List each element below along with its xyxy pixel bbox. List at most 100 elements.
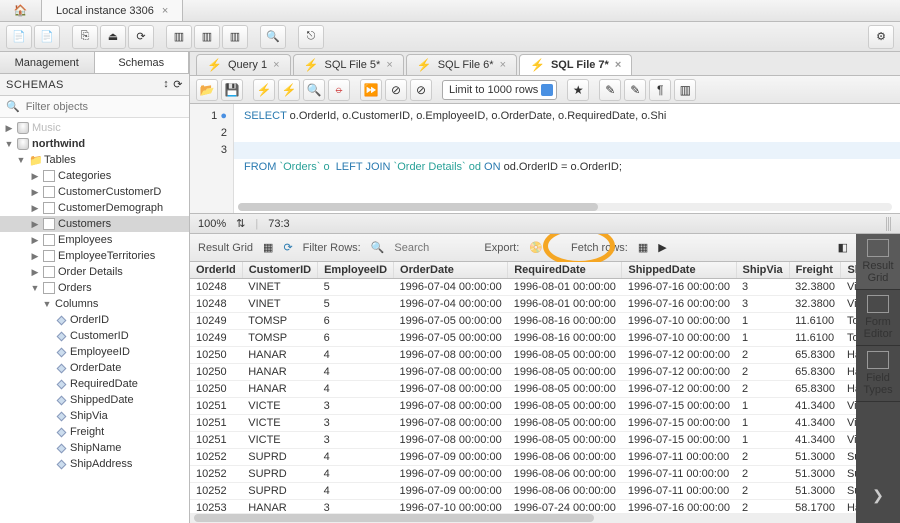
table-row[interactable]: 10250HANAR41996-07-08 00:00:001996-08-05… (190, 364, 856, 381)
column-header[interactable]: EmployeeID (318, 262, 394, 279)
tree-table[interactable]: ▼Orders (0, 280, 189, 296)
table-row[interactable]: 10251VICTE31996-07-08 00:00:001996-08-05… (190, 398, 856, 415)
wrap-cell-button[interactable]: ◧ (838, 241, 848, 254)
table-row[interactable]: 10252SUPRD41996-07-09 00:00:001996-08-06… (190, 483, 856, 500)
zoom-level[interactable]: 100% (198, 218, 226, 230)
editor-code[interactable]: SELECT o.OrderId, o.CustomerID, o.Employ… (234, 104, 666, 213)
tool-button-c[interactable]: ¶ (649, 79, 671, 101)
toolbar-button-4[interactable]: ⏏ (100, 25, 126, 49)
query-tab[interactable]: ⚡SQL File 5*× (293, 54, 404, 75)
refresh-icon[interactable]: ⟳ (283, 241, 292, 254)
tab-schemas[interactable]: Schemas (95, 52, 190, 73)
tree-column[interactable]: RequiredDate (0, 376, 189, 392)
result-hscrollbar[interactable] (190, 513, 856, 523)
tree-table[interactable]: ▶Categories (0, 168, 189, 184)
table-row[interactable]: 10252SUPRD41996-07-09 00:00:001996-08-06… (190, 466, 856, 483)
explain-button[interactable]: 🔍 (303, 79, 325, 101)
column-header[interactable]: OrderDate (394, 262, 508, 279)
table-row[interactable]: 10251VICTE31996-07-08 00:00:001996-08-05… (190, 432, 856, 449)
query-tab[interactable]: ⚡Query 1× (196, 54, 291, 75)
tree-table[interactable]: ▶Order Details (0, 264, 189, 280)
tool-button-d[interactable]: ▥ (674, 79, 696, 101)
query-tab[interactable]: ⚡SQL File 6*× (406, 54, 517, 75)
tree-table[interactable]: ▶Employees (0, 232, 189, 248)
table-row[interactable]: 10249TOMSP61996-07-05 00:00:001996-08-16… (190, 313, 856, 330)
tree-column[interactable]: OrderID (0, 312, 189, 328)
close-icon[interactable]: × (162, 5, 168, 17)
result-grid[interactable]: OrderIdCustomerIDEmployeeIDOrderDateRequ… (190, 262, 856, 513)
limit-rows-select[interactable]: Limit to 1000 rows (442, 80, 557, 100)
connection-tab[interactable]: Local instance 3306 × (42, 0, 183, 21)
close-icon[interactable]: × (615, 59, 621, 71)
tree-column[interactable]: CustomerID (0, 328, 189, 344)
table-row[interactable]: 10252SUPRD41996-07-09 00:00:001996-08-06… (190, 449, 856, 466)
splitter-grip-icon[interactable] (886, 217, 892, 231)
sql-editor[interactable]: 1 ● 2 3 SELECT o.OrderId, o.CustomerID, … (190, 104, 900, 214)
column-header[interactable]: RequiredDate (508, 262, 622, 279)
fetch-rows-button[interactable]: ▦ (638, 241, 648, 254)
table-row[interactable]: 10250HANAR41996-07-08 00:00:001996-08-05… (190, 347, 856, 364)
save-file-button[interactable]: 💾 (221, 79, 243, 101)
home-tab[interactable]: 🏠 (0, 0, 42, 21)
tree-column[interactable]: OrderDate (0, 360, 189, 376)
filter-objects-input[interactable] (26, 101, 183, 113)
tree-column[interactable]: ShipAddress (0, 456, 189, 472)
tree-column[interactable]: EmployeeID (0, 344, 189, 360)
tree-table[interactable]: ▶CustomerCustomerD (0, 184, 189, 200)
toolbar-button-9[interactable]: 🔍 (260, 25, 286, 49)
tab-management[interactable]: Management (0, 52, 95, 73)
tool-button-b[interactable]: ✎ (624, 79, 646, 101)
toolbar-button-7[interactable]: ▥ (194, 25, 220, 49)
tree-table[interactable]: ▶EmployeeTerritories (0, 248, 189, 264)
execute-current-button[interactable]: ⚡ (278, 79, 300, 101)
column-header[interactable]: ShipVia (736, 262, 789, 279)
grid-view-icon[interactable]: ▦ (263, 241, 273, 254)
column-header[interactable]: Freight (789, 262, 841, 279)
column-header[interactable]: CustomerID (242, 262, 317, 279)
tree-table[interactable]: ▶Customers (0, 216, 189, 232)
column-header[interactable]: OrderId (190, 262, 242, 279)
rollback-button[interactable]: ⊘ (385, 79, 407, 101)
open-sql-button[interactable]: 📄 (34, 25, 60, 49)
toolbar-button-3[interactable]: ⎘ (72, 25, 98, 49)
close-icon[interactable]: × (273, 59, 279, 71)
tree-column[interactable]: ShipVia (0, 408, 189, 424)
stop-button[interactable]: ⦵ (328, 79, 350, 101)
new-sql-tab-button[interactable]: 📄 (6, 25, 32, 49)
side-form-editor[interactable]: Form Editor (856, 290, 900, 346)
table-row[interactable]: 10253HANAR31996-07-10 00:00:001996-07-24… (190, 500, 856, 514)
filter-rows-input[interactable] (394, 242, 474, 254)
tree-tables-folder[interactable]: ▼📁Tables (0, 152, 189, 168)
tree-db[interactable]: ▼northwind (0, 136, 189, 152)
tree-column[interactable]: Freight (0, 424, 189, 440)
query-tab[interactable]: ⚡SQL File 7*× (519, 54, 632, 75)
toolbar-button-6[interactable]: ▥ (166, 25, 192, 49)
side-collapse[interactable]: ❯ (856, 467, 900, 523)
tree-columns-folder[interactable]: ▼Columns (0, 296, 189, 312)
autocommit-button[interactable]: ⊘ (410, 79, 432, 101)
open-file-button[interactable]: 📂 (196, 79, 218, 101)
side-field-types[interactable]: Field Types (856, 346, 900, 402)
commit-button[interactable]: ⏩ (360, 79, 382, 101)
schemas-refresh-icon[interactable]: ⟳ (173, 78, 183, 91)
table-row[interactable]: 10250HANAR41996-07-08 00:00:001996-08-05… (190, 381, 856, 398)
export-button[interactable]: 📀 (529, 241, 543, 254)
fetch-next-button[interactable]: ▶ (658, 241, 666, 254)
beautify-button[interactable]: ★ (567, 79, 589, 101)
tree-column[interactable]: ShipName (0, 440, 189, 456)
table-row[interactable]: 10249TOMSP61996-07-05 00:00:001996-08-16… (190, 330, 856, 347)
table-row[interactable]: 10248VINET51996-07-04 00:00:001996-08-01… (190, 279, 856, 296)
schema-tree[interactable]: ▶Music ▼northwind ▼📁Tables ▶Categories▶C… (0, 118, 189, 523)
close-icon[interactable]: × (386, 59, 392, 71)
side-result-grid[interactable]: Result Grid (856, 234, 900, 290)
schemas-expand-icon[interactable]: ↕ (163, 78, 169, 91)
column-header[interactable]: ShippedDate (622, 262, 736, 279)
execute-button[interactable]: ⚡ (253, 79, 275, 101)
table-row[interactable]: 10251VICTE31996-07-08 00:00:001996-08-05… (190, 415, 856, 432)
table-row[interactable]: 10248VINET51996-07-04 00:00:001996-08-01… (190, 296, 856, 313)
tree-table[interactable]: ▶CustomerDemograph (0, 200, 189, 216)
tree-column[interactable]: ShippedDate (0, 392, 189, 408)
tree-db[interactable]: ▶Music (0, 120, 189, 136)
settings-button[interactable]: ⚙ (868, 25, 894, 49)
toolbar-button-10[interactable]: ⎋ (298, 25, 324, 49)
